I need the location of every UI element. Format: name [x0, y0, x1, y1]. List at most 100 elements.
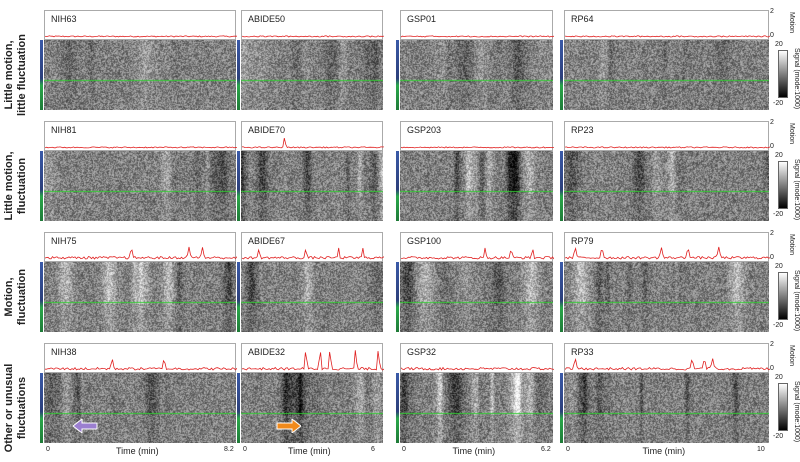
- subject-panel: NIH38: [40, 343, 237, 443]
- motion-trace: [242, 350, 384, 371]
- motion-axis-label: Motion: [788, 234, 795, 256]
- carpet-plot: [241, 373, 383, 443]
- signal-axis-max: 20: [775, 263, 783, 270]
- row-label-line: fluctuation: [16, 268, 28, 326]
- subject-panel: GSP32: [396, 343, 554, 443]
- subject-panel: NIH63: [40, 10, 237, 110]
- row-label-text: Motion, fluctuation: [3, 269, 29, 325]
- motion-trace-box: RP33: [564, 343, 770, 373]
- time-tick-start: 0: [402, 446, 406, 453]
- row-label-text: Other or unusual fluctuations: [3, 364, 29, 453]
- motion-trace: [242, 35, 384, 38]
- motion-line: [45, 35, 237, 38]
- motion-trace-box: RP23: [564, 121, 770, 151]
- motion-line: [401, 247, 554, 260]
- signal-axis-label: Signal (mode:1000): [793, 159, 800, 221]
- motion-trace-box: GSP32: [400, 343, 554, 373]
- network-color-bar: [396, 151, 399, 221]
- signal-axis-max: 20: [775, 374, 783, 381]
- motion-trace: [45, 146, 237, 149]
- motion-line: [242, 35, 384, 38]
- motion-line: [242, 247, 384, 260]
- carpet-plot: [241, 40, 383, 110]
- subject-panel: GSP01: [396, 10, 554, 110]
- signal-axis-label: Signal (mode:1000): [793, 381, 800, 443]
- signal-axis-max: 20: [775, 152, 783, 159]
- motion-axis-label: Motion: [788, 12, 795, 34]
- row-label: Little motion, fluctuation: [0, 151, 32, 221]
- subject-panel: ABIDE32: [237, 343, 384, 443]
- motion-trace-box: ABIDE70: [241, 121, 384, 151]
- motion-trace: [565, 146, 770, 149]
- signal-axis-min: -20: [773, 322, 784, 329]
- motion-axis-min: 0: [770, 365, 774, 372]
- network-color-bar: [396, 373, 399, 443]
- motion-trace: [242, 247, 384, 260]
- row-label-text: Little motion, little fluctuation: [3, 34, 29, 116]
- motion-line: [242, 350, 384, 371]
- motion-trace-box: GSP203: [400, 121, 554, 151]
- time-tick-start: 0: [566, 446, 570, 453]
- motion-line: [565, 146, 770, 149]
- network-color-bar: [237, 373, 240, 443]
- motion-trace: [401, 366, 554, 371]
- carpet-plot: [400, 373, 553, 443]
- carpet-plot: [241, 151, 383, 221]
- subject-panel: GSP100: [396, 232, 554, 332]
- motion-trace: [45, 359, 237, 371]
- network-color-bar: [396, 40, 399, 110]
- orange-arrow-wrap: [275, 417, 302, 438]
- subject-panel: ABIDE70: [237, 121, 384, 221]
- carpet-plot: [564, 151, 769, 221]
- time-axis-label: Time (min): [642, 446, 686, 456]
- motion-trace-box: ABIDE32: [241, 343, 384, 373]
- motion-trace: [565, 35, 770, 38]
- motion-axis-max: 2: [770, 8, 774, 15]
- signal-axis-min: -20: [773, 211, 784, 218]
- subject-panel: GSP203: [396, 121, 554, 221]
- motion-axis-min: 0: [770, 32, 774, 39]
- time-tick-start: 0: [46, 446, 50, 453]
- row-label-line: fluctuation: [16, 157, 28, 215]
- network-color-bar: [396, 262, 399, 332]
- time-tick-end: 10: [757, 446, 765, 453]
- motion-line: [401, 35, 554, 38]
- time-tick-end: 6.2: [541, 446, 551, 453]
- purple-arrow-wrap: [72, 417, 99, 438]
- motion-trace-box: RP64: [564, 10, 770, 40]
- motion-trace-box: NIH75: [44, 232, 237, 262]
- carpet-plot: [400, 262, 553, 332]
- network-color-bar: [237, 151, 240, 221]
- subject-panel: RP23: [560, 121, 770, 221]
- motion-trace-box: RP79: [564, 232, 770, 262]
- motion-trace: [565, 246, 770, 260]
- motion-trace: [565, 358, 770, 371]
- carpet-plot: [241, 262, 383, 332]
- motion-line: [45, 359, 237, 371]
- row-label-line: fluctuations: [16, 376, 28, 440]
- time-tick-end: 8.2: [224, 446, 234, 453]
- carpet-plot: [44, 40, 236, 110]
- signal-axis-min: -20: [773, 433, 784, 440]
- network-color-bar: [40, 262, 43, 332]
- row-label-line: Other or unusual: [3, 363, 15, 453]
- carpet-plot: [400, 151, 553, 221]
- motion-line: [45, 246, 237, 260]
- carpet-plot: [564, 373, 769, 443]
- carpet-plot: [44, 262, 236, 332]
- motion-line: [401, 146, 554, 149]
- time-axis-label: Time (min): [452, 446, 496, 456]
- motion-axis-label: Motion: [788, 123, 795, 145]
- row-label: Motion, fluctuation: [0, 262, 32, 332]
- motion-trace: [401, 146, 554, 149]
- carpet-plot: [564, 262, 769, 332]
- row-label: Little motion, little fluctuation: [0, 34, 32, 116]
- signal-colorbar: [778, 161, 788, 209]
- network-color-bar: [560, 40, 563, 110]
- network-color-bar: [237, 40, 240, 110]
- motion-axis-max: 2: [770, 341, 774, 348]
- row-label-line: Motion,: [3, 277, 15, 317]
- motion-trace: [45, 246, 237, 260]
- motion-axis-min: 0: [770, 254, 774, 261]
- signal-colorbar: [778, 50, 788, 98]
